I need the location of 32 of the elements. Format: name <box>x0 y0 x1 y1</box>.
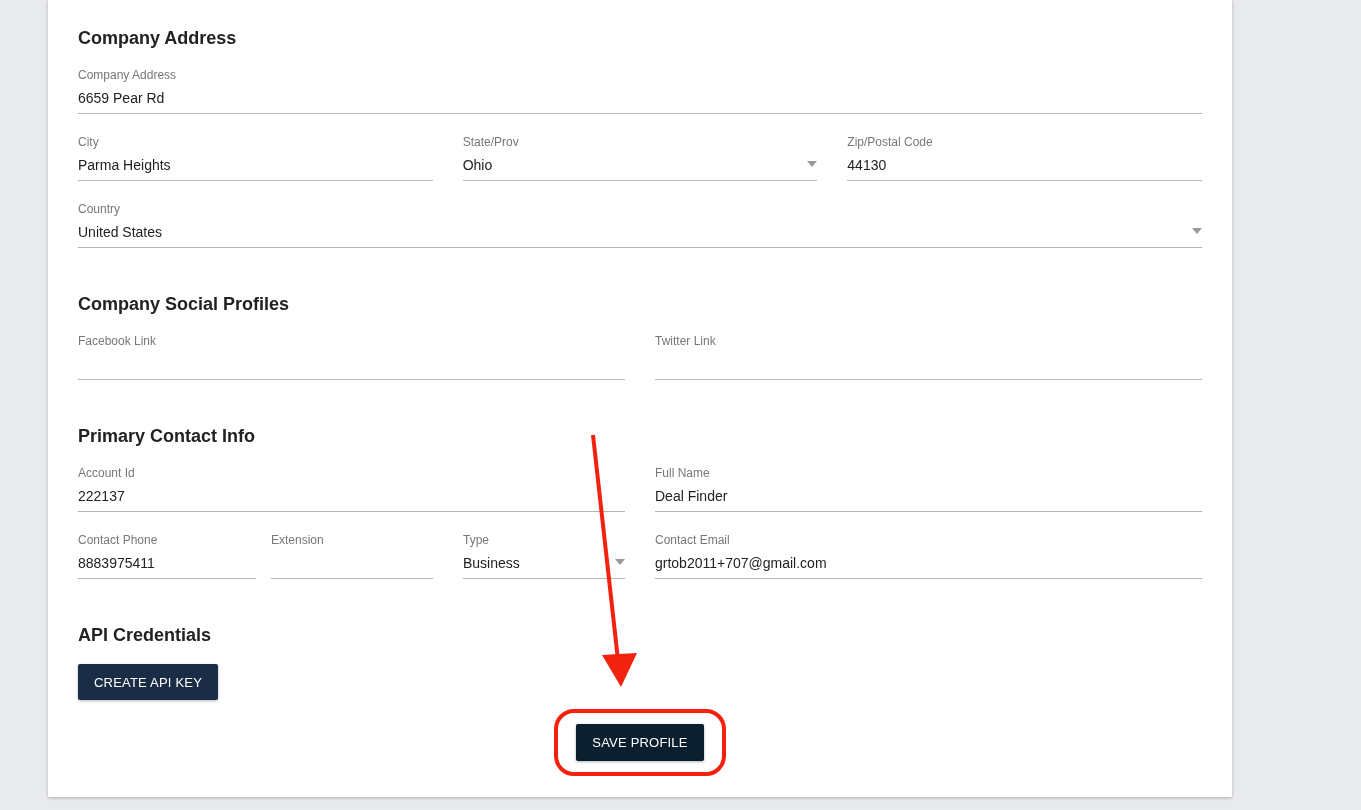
section-heading: Company Address <box>78 27 238 49</box>
dropdown-caret-icon[interactable] <box>1192 228 1202 234</box>
dropdown-caret-icon[interactable] <box>807 161 818 167</box>
field-label: Account Id <box>78 466 135 480</box>
input-field[interactable]: Parma Heights <box>78 156 433 181</box>
field-label: Contact Phone <box>78 533 158 547</box>
input-field[interactable]: 8883975411 <box>78 554 256 579</box>
field-label: Zip/Postal Code <box>847 135 933 149</box>
dropdown-caret-icon[interactable] <box>615 559 625 565</box>
field-label: Facebook Link <box>78 334 157 348</box>
select-field[interactable]: Business <box>463 554 625 579</box>
input-field[interactable]: 6659 Pear Rd <box>78 89 1202 114</box>
input-field[interactable]: Deal Finder <box>655 487 1202 512</box>
select-field[interactable]: Ohio <box>462 156 818 181</box>
field-label: Company Address <box>78 68 177 82</box>
field-label: State/Prov <box>462 135 519 149</box>
save-profile-button[interactable]: SAVE PROFILE <box>576 724 704 761</box>
section-heading: Primary Contact Info <box>78 425 257 447</box>
input-field[interactable]: 222137 <box>78 487 625 512</box>
field-label: City <box>78 135 99 149</box>
select-field[interactable]: United States <box>78 223 1202 248</box>
field-label: Country <box>78 202 121 216</box>
field-label: Contact Email <box>655 533 730 547</box>
section-heading: API Credentials <box>78 624 213 646</box>
create-api-key-button[interactable]: CREATE API KEY <box>78 664 219 700</box>
section-heading: Company Social Profiles <box>78 293 291 315</box>
field-label: Type <box>463 533 489 547</box>
input-field[interactable]: grtob2011+707@gmail.com <box>655 554 1202 579</box>
field-label: Extension <box>271 533 324 547</box>
field-label: Full Name <box>655 466 710 480</box>
input-field[interactable]: 44130 <box>847 156 1202 181</box>
field-label: Twitter Link <box>655 334 716 348</box>
